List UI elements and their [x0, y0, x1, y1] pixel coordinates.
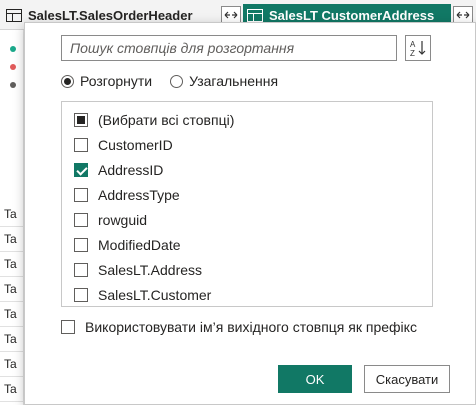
- sort-columns-button[interactable]: A Z: [405, 35, 431, 61]
- column-search-input[interactable]: Пошук стовпців для розгортання: [61, 35, 397, 61]
- prefix-option[interactable]: Використовувати ім’я вихідного стовпця я…: [61, 319, 417, 335]
- list-item[interactable]: SalesLT.Address: [74, 260, 202, 280]
- column-checkbox[interactable]: [74, 213, 88, 227]
- table-icon: [247, 8, 263, 22]
- list-item[interactable]: AddressType: [74, 185, 180, 205]
- list-item-select-all[interactable]: (Вибрати всі стовпці): [74, 110, 234, 130]
- svg-text:Z: Z: [410, 49, 415, 57]
- list-item-label: rowguid: [98, 212, 148, 228]
- expand-arrows-icon: [224, 11, 238, 19]
- table-row: Ta: [0, 352, 24, 377]
- row-column: Ta Ta Ta Ta Ta Ta Ta Ta: [0, 30, 24, 405]
- select-all-checkbox[interactable]: [74, 113, 88, 127]
- expand-arrows-icon: [456, 11, 470, 19]
- table-icon: [6, 8, 22, 22]
- table-row: Ta: [0, 302, 24, 327]
- list-item-label: SalesLT.Address: [98, 262, 203, 278]
- cancel-button[interactable]: Скасувати: [364, 365, 450, 393]
- svg-text:A: A: [410, 40, 416, 49]
- column-header-label: SalesLT.SalesOrderHeader: [28, 7, 193, 23]
- aggregate-radio[interactable]: [170, 74, 184, 88]
- list-item-label: AddressType: [98, 187, 180, 203]
- column-checkbox[interactable]: [74, 263, 88, 277]
- list-item[interactable]: rowguid: [74, 210, 147, 230]
- table-row: Ta: [0, 202, 24, 227]
- list-item-label: CustomerID: [98, 137, 173, 153]
- quality-dot-valid: [10, 46, 16, 52]
- list-item[interactable]: SalesLT.Customer: [74, 285, 211, 305]
- list-item[interactable]: CustomerID: [74, 135, 173, 155]
- column-checkbox[interactable]: [74, 188, 88, 202]
- columns-list: (Вибрати всі стовпці) CustomerID Address…: [61, 101, 433, 307]
- column-checkbox[interactable]: [74, 238, 88, 252]
- list-item-label: (Вибрати всі стовпці): [98, 112, 235, 128]
- prefix-label: Використовувати ім’я вихідного стовпця я…: [85, 319, 417, 335]
- ok-button[interactable]: OK: [278, 365, 352, 393]
- list-item[interactable]: ModifiedDate: [74, 235, 181, 255]
- quality-dot-empty: [10, 82, 16, 88]
- mode-radio-group: Розгорнути Узагальнення: [61, 73, 278, 89]
- expand-radio[interactable]: [61, 74, 74, 88]
- column-checkbox[interactable]: [74, 138, 88, 152]
- prefix-checkbox[interactable]: [61, 320, 75, 334]
- expand-radio-label[interactable]: Розгорнути: [80, 73, 152, 89]
- column-checkbox[interactable]: [74, 163, 88, 177]
- table-row: Ta: [0, 252, 24, 277]
- table-row: Ta: [0, 227, 24, 252]
- sort-az-icon: A Z: [410, 40, 426, 57]
- list-item-label: AddressID: [98, 162, 164, 178]
- table-row: Ta: [0, 277, 24, 302]
- list-item-label: ModifiedDate: [98, 237, 181, 253]
- table-row: Ta: [0, 327, 24, 352]
- aggregate-radio-label[interactable]: Узагальнення: [189, 73, 278, 89]
- column-header-label: SalesLT CustomerAddress: [269, 7, 435, 23]
- quality-dot-error: [10, 64, 16, 70]
- table-row: Ta: [0, 377, 24, 402]
- list-item[interactable]: AddressID: [74, 160, 163, 180]
- list-item-label: SalesLT.Customer: [98, 287, 212, 303]
- column-checkbox[interactable]: [74, 288, 88, 302]
- expand-columns-popup: Пошук стовпців для розгортання A Z Розго…: [24, 22, 476, 405]
